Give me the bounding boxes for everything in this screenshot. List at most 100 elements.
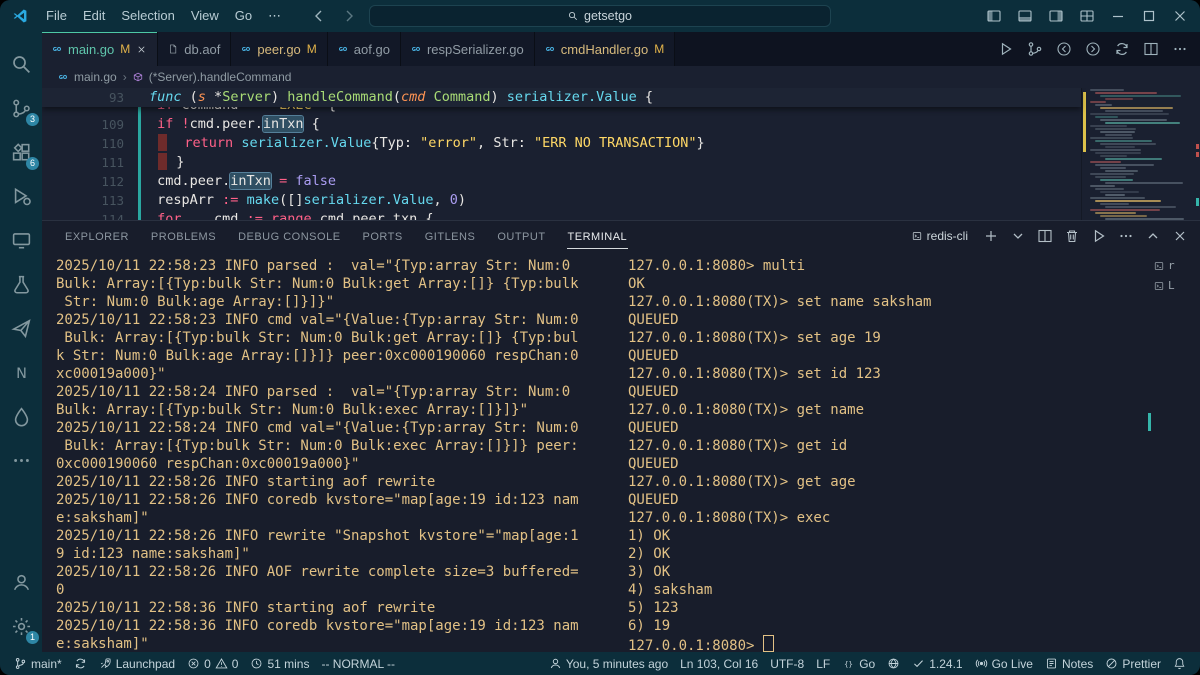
share-icon[interactable]	[0, 306, 42, 350]
menu-[interactable]: ⋯	[260, 8, 289, 24]
prettier-status[interactable]: Prettier	[1099, 652, 1167, 675]
customize-layout-button[interactable]	[1079, 8, 1095, 24]
terminal-view[interactable]: 2025/10/11 22:58:23 INFO parsed : val="{…	[42, 251, 1200, 652]
minimap[interactable]	[1081, 88, 1200, 220]
breadcrumb-symbol[interactable]: (*Server).handleCommand	[149, 70, 292, 84]
menu-view[interactable]: View	[183, 8, 227, 24]
editor-tab-peer.go[interactable]: GO peer.go M	[231, 32, 328, 66]
nav-forward-icon[interactable]	[341, 8, 357, 24]
menu-edit[interactable]: Edit	[75, 8, 113, 24]
sync-changes-button[interactable]	[68, 652, 93, 675]
go-live-button[interactable]: Go Live	[969, 652, 1039, 675]
terminal-list-item[interactable]: r	[1154, 259, 1200, 272]
go-version-status[interactable]: 1.24.1	[906, 652, 968, 675]
line-number[interactable]: 113	[42, 191, 138, 210]
go-tools-status[interactable]	[881, 652, 906, 675]
terminal-prompt-row[interactable]: 127.0.0.1:8080>	[628, 635, 1154, 652]
testing-icon[interactable]	[0, 262, 42, 306]
terminal-profile-chip[interactable]: redis-cli	[912, 229, 968, 243]
panel-tab-output[interactable]: OUTPUT	[496, 224, 546, 248]
code-line[interactable]: 93 func (s *Server) handleCommand(cmd Com…	[42, 88, 1081, 107]
panel-tab-ports[interactable]: PORTS	[362, 224, 404, 248]
remote-explorer-icon[interactable]	[0, 218, 42, 262]
line-number[interactable]: 109	[42, 115, 138, 134]
git-compare-button[interactable]	[1027, 41, 1043, 57]
git-branch-status[interactable]: main*	[8, 652, 68, 675]
more-views-icon[interactable]	[0, 438, 42, 482]
terminal-scrollbar-thumb[interactable]	[1148, 413, 1151, 431]
run-debug-icon[interactable]	[0, 174, 42, 218]
editor-tab-db.aof[interactable]: db.aof	[158, 32, 232, 66]
notes-extension-icon[interactable]: N	[0, 350, 42, 394]
gitlens-blame-status[interactable]: You, 5 minutes ago	[543, 652, 674, 675]
code-line[interactable]: if command == "EXEC" {	[42, 107, 1081, 115]
toggle-panel-button[interactable]	[1017, 8, 1033, 24]
editor-tab-respSerializer.go[interactable]: GO respSerializer.go	[400, 32, 535, 66]
breadcrumb[interactable]: GO main.go › (*Server).handleCommand	[42, 66, 1200, 88]
code-line[interactable]: 113 respArr := make([]serializer.Value, …	[42, 191, 1081, 210]
close-panel-button[interactable]	[1172, 228, 1188, 244]
menu-selection[interactable]: Selection	[113, 8, 182, 24]
accounts-icon[interactable]	[0, 560, 42, 604]
code-line[interactable]: 111 }	[42, 153, 1081, 172]
editor-tab-aof.go[interactable]: GO aof.go	[327, 32, 401, 66]
nav-forward-button[interactable]	[1085, 41, 1101, 57]
maximize-panel-button[interactable]	[1145, 228, 1161, 244]
code-line[interactable]: 110 return serializer.Value{Typ: "error"…	[42, 134, 1081, 153]
code-editor[interactable]: 93 func (s *Server) handleCommand(cmd Com…	[42, 88, 1200, 220]
new-terminal-button[interactable]	[983, 228, 999, 244]
breadcrumb-file[interactable]: main.go	[74, 70, 117, 84]
toggle-sidebar-left-button[interactable]	[986, 8, 1002, 24]
problems-status[interactable]: 00	[181, 652, 244, 675]
kill-terminal-button[interactable]	[1064, 228, 1080, 244]
code-line[interactable]: 109 if !cmd.peer.inTxn {	[42, 115, 1081, 134]
code-line[interactable]: 112 cmd.peer.inTxn = false	[42, 172, 1081, 191]
window-close-button[interactable]	[1172, 8, 1188, 24]
line-number[interactable]	[42, 107, 138, 115]
ink-icon[interactable]	[0, 394, 42, 438]
editor-tab-cmdHandler.go[interactable]: GO cmdHandler.go M	[534, 32, 676, 66]
run-button[interactable]	[998, 41, 1014, 57]
split-terminal-button[interactable]	[1037, 228, 1053, 244]
notifications-bell[interactable]	[1167, 652, 1192, 675]
sync-file-button[interactable]	[1114, 41, 1130, 57]
encoding-status[interactable]: UTF-8	[764, 652, 810, 675]
terminal-pane-right[interactable]: 127.0.0.1:8080> multi OK 127.0.0.1:8080(TX…	[616, 251, 1154, 652]
search-icon[interactable]	[0, 42, 42, 86]
split-editor-button[interactable]	[1143, 41, 1159, 57]
panel-tab-problems[interactable]: PROBLEMS	[150, 224, 217, 248]
line-number[interactable]: 110	[42, 134, 138, 153]
panel-tab-debug-console[interactable]: DEBUG CONSOLE	[237, 224, 341, 248]
panel-tab-terminal[interactable]: TERMINAL	[566, 224, 629, 249]
window-maximize-button[interactable]	[1141, 8, 1157, 24]
terminal-list-item[interactable]: L	[1154, 279, 1200, 292]
menu-go[interactable]: Go	[227, 8, 260, 24]
source-control-icon[interactable]: 3	[0, 86, 42, 130]
run-task-button[interactable]	[1091, 228, 1107, 244]
settings-gear-icon[interactable]: 1	[0, 604, 42, 648]
toggle-sidebar-right-button[interactable]	[1048, 8, 1064, 24]
line-number[interactable]: 114	[42, 210, 138, 220]
notes-button[interactable]: Notes	[1039, 652, 1099, 675]
nav-back-button[interactable]	[1056, 41, 1072, 57]
window-minimize-button[interactable]	[1110, 8, 1126, 24]
vim-mode-status[interactable]: -- NORMAL --	[315, 652, 401, 675]
line-number[interactable]: 112	[42, 172, 138, 191]
editor-more-button[interactable]	[1172, 41, 1188, 57]
menu-file[interactable]: File	[38, 8, 75, 24]
cursor-position-status[interactable]: Ln 103, Col 16	[674, 652, 764, 675]
terminal-more-button[interactable]	[1118, 228, 1134, 244]
language-status[interactable]: {} Go	[836, 652, 881, 675]
terminal-pane-left[interactable]: 2025/10/11 22:58:23 INFO parsed : val="{…	[42, 251, 616, 652]
code-area[interactable]: 93 func (s *Server) handleCommand(cmd Com…	[42, 88, 1081, 220]
editor-tab-main.go[interactable]: GO main.go M	[42, 32, 159, 66]
command-center-search[interactable]: getsetgo	[369, 5, 831, 27]
line-number[interactable]: 111	[42, 153, 138, 172]
code-line[interactable]: 114 for _, cmd := range cmd.peer.txn {	[42, 210, 1081, 220]
close-icon[interactable]	[136, 44, 147, 55]
panel-tab-explorer[interactable]: EXPLORER	[64, 224, 130, 248]
launchpad-status[interactable]: Launchpad	[93, 652, 181, 675]
time-tracker-status[interactable]: 51 mins	[244, 652, 315, 675]
line-number[interactable]: 93	[42, 88, 138, 107]
nav-back-icon[interactable]	[311, 8, 327, 24]
